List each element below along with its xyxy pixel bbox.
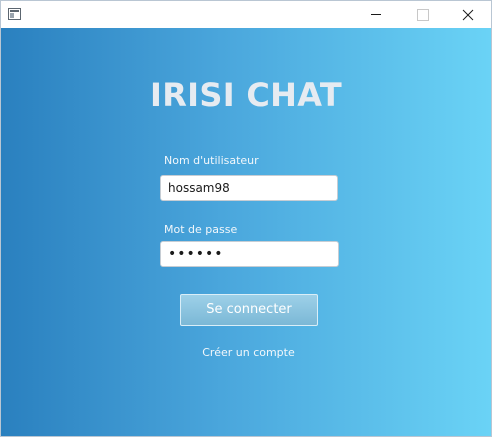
app-title: IRISI CHAT	[150, 76, 342, 114]
password-input[interactable]: ••••••	[160, 241, 339, 267]
password-label: Mot de passe	[164, 223, 238, 236]
login-button[interactable]: Se connecter	[180, 294, 318, 326]
create-account-link[interactable]: Créer un compte	[1, 346, 492, 359]
close-button[interactable]	[445, 1, 491, 28]
username-input[interactable]: hossam98	[160, 175, 338, 201]
title-bar[interactable]	[1, 1, 491, 28]
username-label: Nom d'utilisateur	[164, 154, 259, 167]
app-window: IRISI CHAT Nom d'utilisateur hossam98 Mo…	[0, 0, 492, 437]
login-panel: IRISI CHAT Nom d'utilisateur hossam98 Mo…	[1, 28, 491, 436]
maximize-button[interactable]	[399, 1, 445, 28]
close-icon	[462, 9, 474, 21]
app-window-icon	[8, 8, 21, 20]
minimize-button[interactable]	[353, 1, 399, 28]
